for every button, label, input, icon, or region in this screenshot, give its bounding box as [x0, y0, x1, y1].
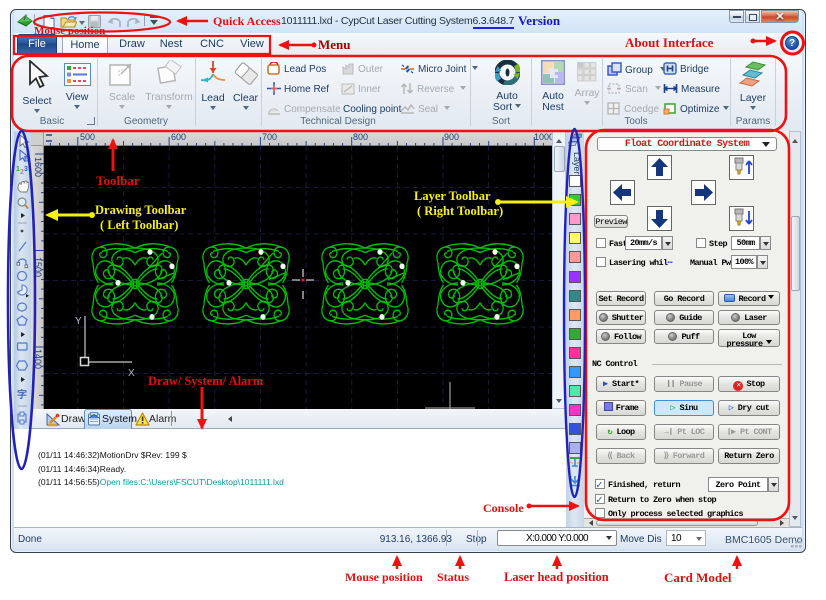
- svg-text:字: 字: [17, 388, 27, 401]
- svg-text:1000: 1000: [534, 132, 552, 142]
- svg-text:700: 700: [262, 132, 277, 142]
- svg-text:Y: Y: [75, 316, 82, 327]
- svg-text:X: X: [128, 368, 135, 379]
- svg-text:3: 3: [24, 166, 28, 173]
- svg-text:800: 800: [353, 132, 368, 142]
- svg-text:500: 500: [80, 132, 95, 142]
- svg-text:1600: 1600: [33, 157, 43, 177]
- svg-text:1500: 1500: [33, 257, 43, 277]
- svg-text:1400: 1400: [33, 349, 43, 369]
- svg-text:600: 600: [171, 132, 186, 142]
- svg-text:900: 900: [444, 132, 459, 142]
